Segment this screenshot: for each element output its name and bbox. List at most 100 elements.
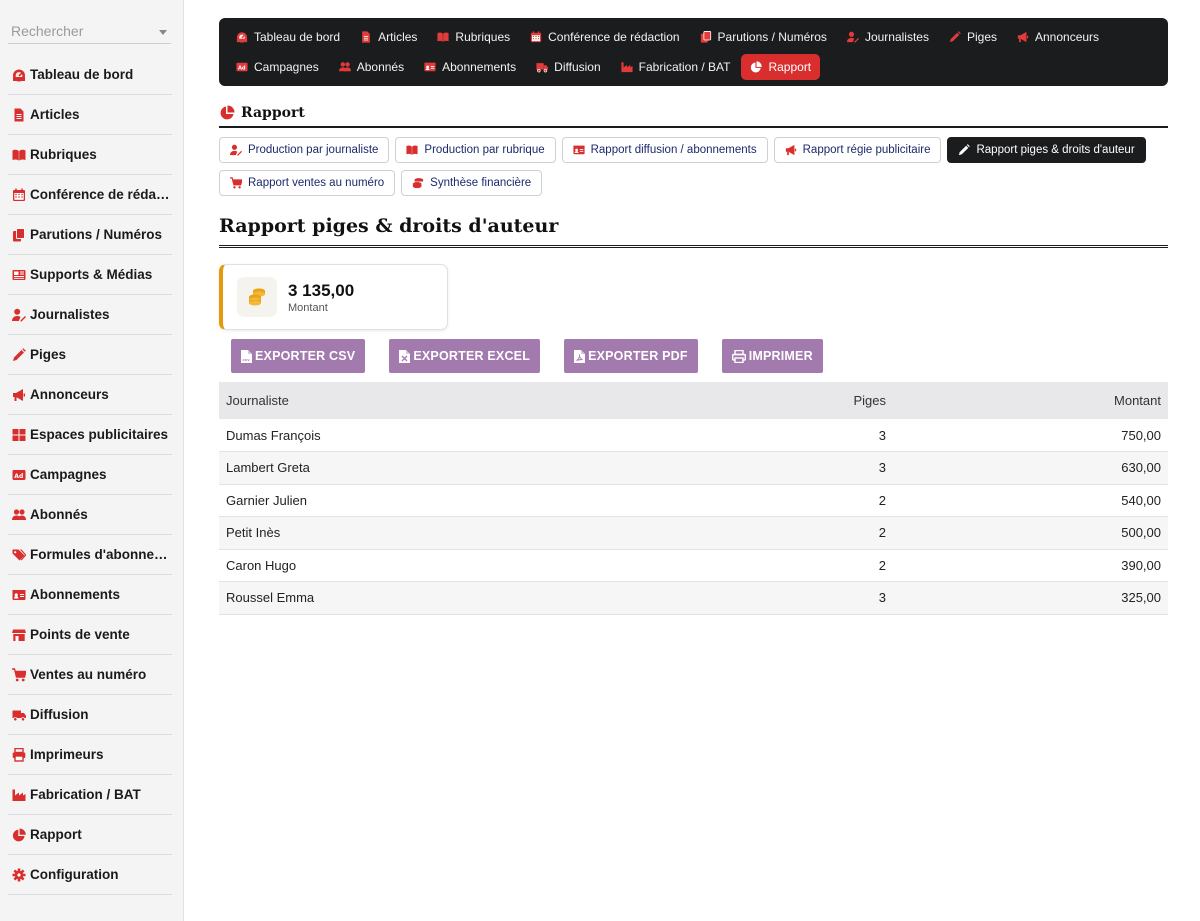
top-nav-item[interactable]: Diffusion xyxy=(527,54,609,80)
section-header: Rapport xyxy=(219,100,1168,128)
top-nav-label: Abonnés xyxy=(356,60,405,74)
megaphone-icon xyxy=(1017,31,1029,43)
report-tab[interactable]: Production par rubrique xyxy=(395,137,556,163)
sidebar-item[interactable]: Formules d'abonne… xyxy=(8,535,172,575)
top-nav-item[interactable]: Tableau de bord xyxy=(227,24,349,50)
copy-icon xyxy=(700,31,711,43)
report-header: Rapport piges & droits d'auteur xyxy=(219,213,1168,248)
sidebar-item-label: Formules d'abonne… xyxy=(30,547,168,562)
sidebar-item-label: Diffusion xyxy=(30,707,89,722)
search-input[interactable] xyxy=(8,20,148,42)
dashboard-icon xyxy=(236,32,248,43)
top-nav-item[interactable]: Abonnés xyxy=(330,54,413,80)
chevron-down-icon[interactable] xyxy=(159,30,167,35)
report-title: Rapport piges & droits d'auteur xyxy=(219,215,559,237)
cell-montant: 325,00 xyxy=(1121,590,1161,606)
top-nav-item[interactable]: Journalistes xyxy=(838,24,938,50)
cell-montant: 500,00 xyxy=(1121,525,1161,541)
report-tab[interactable]: Rapport diffusion / abonnements xyxy=(561,137,768,163)
sidebar-item-label: Points de vente xyxy=(30,627,130,642)
sidebar-item[interactable]: Articles xyxy=(8,95,172,135)
sidebar-item-label: Imprimeurs xyxy=(30,747,104,762)
sidebar-item[interactable]: Diffusion xyxy=(8,695,172,735)
truck-icon xyxy=(536,63,549,73)
sidebar-item[interactable]: Piges xyxy=(8,335,172,375)
report-tab[interactable]: Synthèse financière xyxy=(401,170,543,196)
pie-chart-icon xyxy=(751,61,763,73)
user-pen-icon xyxy=(846,31,859,43)
sidebar-item[interactable]: Imprimeurs xyxy=(8,735,172,775)
newspaper-icon xyxy=(12,269,26,280)
top-nav-item[interactable]: Abonnements xyxy=(415,54,525,80)
cell-montant: 540,00 xyxy=(1121,492,1161,508)
top-nav-item[interactable]: Rubriques xyxy=(428,24,519,50)
sidebar-item[interactable]: Conférence de rédac… xyxy=(8,175,172,215)
id-card-icon xyxy=(424,62,436,72)
sidebar-item[interactable]: Supports & Médias xyxy=(8,255,172,295)
top-nav-label: Annonceurs xyxy=(1035,30,1100,44)
sidebar-item[interactable]: Espaces publicitaires xyxy=(8,415,172,455)
sidebar-item[interactable]: Ad Campagnes xyxy=(8,455,172,495)
cell-piges: 2 xyxy=(878,557,886,573)
ad-icon: Ad xyxy=(12,469,26,480)
top-nav-label: Conférence de rédaction xyxy=(548,30,680,44)
export-pdf-button[interactable]: EXPORTER PDF xyxy=(564,339,698,373)
export-excel-button[interactable]: EXPORTER EXCEL xyxy=(389,339,541,373)
search-box[interactable] xyxy=(8,20,171,44)
cell-journaliste: Petit Inès xyxy=(226,525,281,541)
sidebar-item[interactable]: Journalistes xyxy=(8,295,172,335)
report-tab[interactable]: Rapport ventes au numéro xyxy=(219,170,396,196)
report-tab[interactable]: Rapport régie publicitaire xyxy=(773,137,942,163)
cart-icon xyxy=(12,667,26,681)
top-nav-item[interactable]: Fabrication / BAT xyxy=(612,54,740,80)
sidebar-item[interactable]: Rubriques xyxy=(8,135,172,175)
report-tab[interactable]: Rapport piges & droits d'auteur xyxy=(947,137,1146,163)
export-csv-button[interactable]: csv EXPORTER CSV xyxy=(231,339,366,373)
cell-piges: 3 xyxy=(878,590,886,606)
sidebar-item[interactable]: Tableau de bord xyxy=(8,55,172,95)
sidebar-item-label: Espaces publicitaires xyxy=(30,427,169,442)
top-nav-row: Tableau de bord Articles Rubriques Conféren… xyxy=(227,24,1160,50)
report-tabs-row: Production par journaliste Production par… xyxy=(219,137,1168,163)
megaphone-icon xyxy=(13,388,26,401)
ad-icon: Ad xyxy=(236,62,248,71)
industry-icon xyxy=(12,789,26,801)
sidebar-item[interactable]: Fabrication / BAT xyxy=(8,775,172,815)
sidebar-item[interactable]: Rapport xyxy=(8,815,172,855)
cell-piges: 2 xyxy=(878,525,886,541)
column-header-piges[interactable]: Piges xyxy=(753,382,893,419)
report-tab-label: Rapport piges & droits d'auteur xyxy=(976,144,1135,156)
column-header-journaliste[interactable]: Journaliste xyxy=(219,382,753,419)
print-label: IMPRIMER xyxy=(748,349,813,363)
sidebar-item[interactable]: Parutions / Numéros xyxy=(8,215,172,255)
cell-piges: 3 xyxy=(878,427,886,443)
column-header-montant[interactable]: Montant xyxy=(893,382,1168,419)
truck-icon xyxy=(12,710,26,721)
top-nav-item[interactable]: Articles xyxy=(351,24,426,50)
sidebar-item-label: Conférence de rédac… xyxy=(30,187,172,202)
users-icon xyxy=(12,508,26,520)
top-nav-item[interactable]: Ad Campagnes xyxy=(227,54,328,80)
user-pen-icon xyxy=(230,144,242,156)
sidebar-item[interactable]: Ventes au numéro xyxy=(8,655,172,695)
sidebar-item[interactable]: Abonnés xyxy=(8,495,172,535)
top-nav-label: Campagnes xyxy=(254,60,319,74)
top-nav-item[interactable]: Annonceurs xyxy=(1008,24,1108,50)
calendar-icon xyxy=(530,31,542,43)
sidebar-item[interactable]: Configuration xyxy=(8,855,172,895)
sidebar-item[interactable]: Abonnements xyxy=(8,575,172,615)
top-nav-item[interactable]: Conférence de rédaction xyxy=(521,24,688,50)
top-nav-item[interactable]: Parutions / Numéros xyxy=(691,24,836,50)
top-nav-item[interactable]: Piges xyxy=(940,24,1006,50)
sidebar-item[interactable]: Points de vente xyxy=(8,615,172,655)
table-header-row: Journaliste Piges Montant xyxy=(219,382,1168,419)
top-nav-label: Abonnements xyxy=(442,60,517,74)
print-button[interactable]: IMPRIMER xyxy=(721,339,823,373)
id-card-icon xyxy=(573,145,585,155)
sidebar-item-label: Ventes au numéro xyxy=(30,667,147,682)
report-tab[interactable]: Production par journaliste xyxy=(219,137,390,163)
sidebar-item[interactable]: Annonceurs xyxy=(8,375,172,415)
cell-journaliste: Garnier Julien xyxy=(226,492,307,508)
top-nav-item[interactable]: Rapport xyxy=(741,54,821,80)
cell-montant: 390,00 xyxy=(1121,557,1161,573)
